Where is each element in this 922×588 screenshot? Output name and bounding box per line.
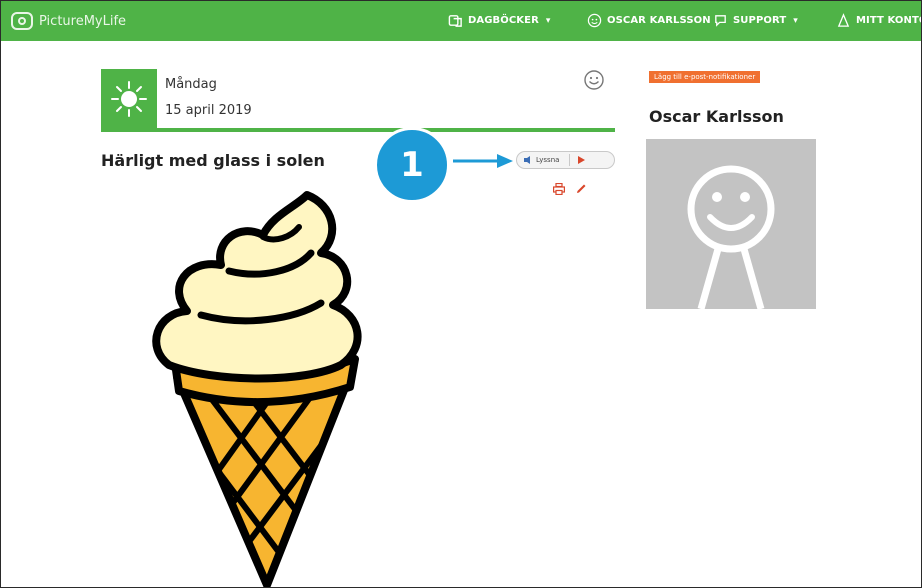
top-navigation-bar: PictureMyLife DAGBÖCKER ▾ OSCAR KARLSSON… <box>1 1 922 41</box>
logo-icon <box>11 12 33 30</box>
ice-cream-cone-image <box>152 191 362 587</box>
diary-date-header: Måndag 15 april 2019 <box>101 69 615 132</box>
entry-tools <box>553 183 587 195</box>
nav-account-label: MITT KONTO <box>856 15 922 26</box>
nav-diaries-label: DAGBÖCKER <box>468 15 539 26</box>
nav-user-label: OSCAR KARLSSON <box>607 15 711 26</box>
profile-name: Oscar Karlsson <box>649 107 784 126</box>
support-icon <box>715 15 726 27</box>
nav-support-label: SUPPORT <box>733 15 787 26</box>
listen-button[interactable]: Lyssna <box>516 151 615 169</box>
weather-badge <box>101 69 157 128</box>
entry-date: 15 april 2019 <box>165 103 252 118</box>
day-name: Måndag <box>165 77 217 92</box>
app-window: PictureMyLife DAGBÖCKER ▾ OSCAR KARLSSON… <box>0 0 922 588</box>
avatar <box>646 139 816 310</box>
chevron-down-icon: ▾ <box>545 15 551 26</box>
user-icon <box>587 13 602 28</box>
smiley-icon[interactable] <box>583 69 605 91</box>
logo-text: PictureMyLife <box>39 13 127 29</box>
callout-badge: 1 <box>374 127 450 203</box>
sun-icon <box>111 80 147 117</box>
entry-title: Härligt med glass i solen <box>101 151 325 170</box>
speaker-icon <box>524 156 530 164</box>
nav-user-link[interactable]: OSCAR KARLSSON <box>587 13 711 28</box>
diaries-icon <box>448 15 462 27</box>
nav-support-menu[interactable]: SUPPORT ▾ <box>713 13 798 28</box>
nav-diaries-menu[interactable]: DAGBÖCKER ▾ <box>448 13 551 28</box>
app-logo[interactable]: PictureMyLife <box>11 10 126 32</box>
print-icon[interactable] <box>553 183 565 195</box>
play-icon[interactable] <box>578 156 586 164</box>
nav-account-link[interactable]: MITT KONTO <box>836 13 922 28</box>
header-divider <box>101 128 615 132</box>
listen-separator <box>569 154 571 166</box>
account-icon <box>837 13 850 27</box>
email-notification-button[interactable]: Lägg till e-post-notifikationer <box>649 71 761 83</box>
chevron-down-icon: ▾ <box>793 15 798 26</box>
listen-label: Lyssna <box>536 156 560 164</box>
callout-arrow <box>453 154 513 168</box>
avatar-smiley-icon <box>687 165 775 310</box>
edit-icon[interactable] <box>575 183 587 195</box>
